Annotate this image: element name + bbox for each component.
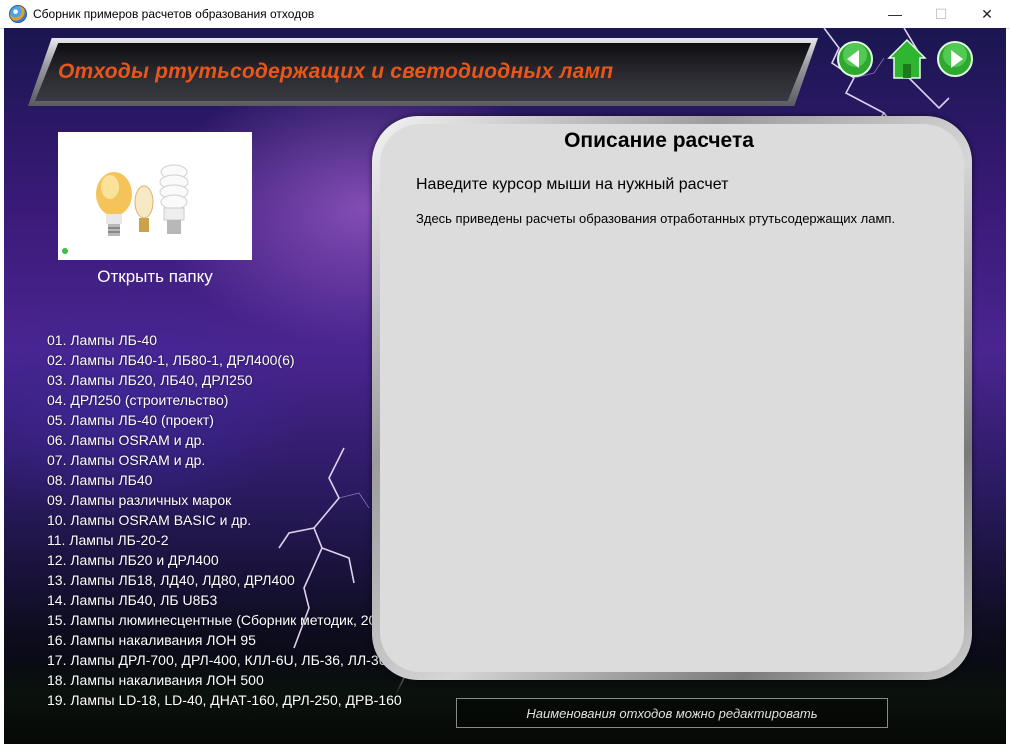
lamps-image (96, 164, 189, 236)
panel-subheading: Наведите курсор мыши на нужный расчет (416, 176, 729, 193)
panel-description: Здесь приведены расчеты образования отра… (416, 211, 896, 226)
forward-button[interactable] (936, 40, 974, 78)
open-folder-link[interactable]: Открыть папку (58, 267, 252, 287)
footer-note: Наименования отходов можно редактировать (456, 698, 888, 728)
back-button[interactable] (836, 40, 874, 78)
window-controls: — ☐ ✕ (872, 0, 1010, 28)
home-button[interactable] (887, 38, 927, 80)
window-title: Сборник примеров расчетов образования от… (33, 7, 315, 21)
panel-heading: Описание расчета (564, 129, 754, 152)
main-stage: Отходы ртутьсодержащих и светодиодных ла… (4, 28, 1006, 744)
close-button[interactable]: ✕ (964, 0, 1010, 28)
app-icon (9, 5, 27, 23)
home-icon (887, 38, 927, 79)
page-title: Отходы ртутьсодержащих и светодиодных ла… (58, 60, 614, 83)
description-panel (380, 124, 964, 672)
status-dot (62, 248, 68, 254)
window-titlebar: Сборник примеров расчетов образования от… (0, 0, 1010, 29)
list-item[interactable]: 19. Лампы LD-18, LD-40, ДНАТ-160, ДРЛ-25… (47, 690, 441, 710)
list-item[interactable]: 18. Лампы накаливания ЛОН 500 (47, 670, 441, 690)
minimize-button[interactable]: — (872, 0, 918, 28)
maximize-button[interactable]: ☐ (918, 0, 964, 28)
lamps-thumbnail[interactable] (58, 132, 252, 260)
